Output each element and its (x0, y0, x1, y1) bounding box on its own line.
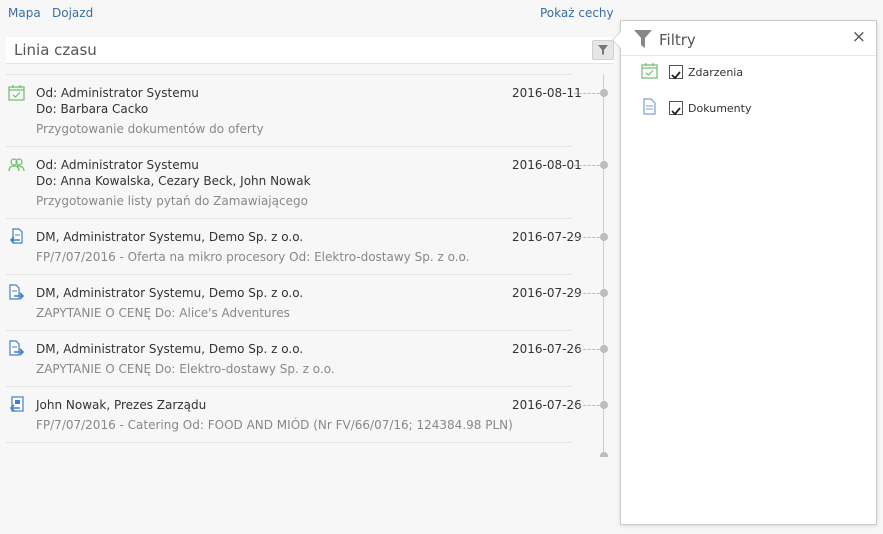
funnel-icon (598, 45, 608, 55)
item-description: ZAPYTANIE O CENĘ Do: Alice's Adventures (36, 306, 290, 320)
item-sender: Od: Administrator Systemu (36, 86, 199, 100)
item-connector (574, 165, 600, 166)
timeline-item[interactable]: DM, Administrator Systemu, Demo Sp. z o.… (0, 218, 615, 274)
directions-link[interactable]: Dojazd (52, 6, 93, 20)
item-participants: DM, Administrator Systemu, Demo Sp. z o.… (36, 286, 304, 300)
item-description: Przygotowanie dokumentów do oferty (36, 122, 264, 136)
item-participants: John Nowak, Prezes Zarządu (36, 398, 207, 412)
timeline-dot (600, 233, 608, 241)
item-recipients: Do: Anna Kowalska, Cezary Beck, John Now… (36, 174, 311, 188)
item-sender: Od: Administrator Systemu (36, 158, 199, 172)
item-connector (574, 349, 600, 350)
checkmark-icon (671, 71, 681, 80)
item-date: 2016-07-26 (512, 398, 582, 412)
panel-title: Linia czasu (14, 41, 97, 59)
filter-option-events[interactable]: Zdarzenia (641, 63, 841, 85)
item-divider (6, 274, 572, 275)
item-divider (6, 74, 572, 75)
incoming-document-icon (9, 228, 23, 244)
timeline-item[interactable]: DM, Administrator Systemu, Demo Sp. z o.… (0, 330, 615, 386)
item-date: 2016-07-26 (512, 342, 582, 356)
item-description: ZAPYTANIE O CENĘ Do: Elektro-dostawy Sp.… (36, 362, 335, 376)
event-calendar-icon (8, 85, 25, 101)
outgoing-document-icon (9, 284, 25, 300)
timeline-item[interactable]: DM, Administrator Systemu, Demo Sp. z o.… (0, 274, 615, 330)
timeline-dot (600, 452, 608, 457)
filter-button[interactable] (592, 40, 614, 60)
item-recipients: Do: Barbara Cacko (36, 102, 149, 116)
item-divider (6, 146, 572, 147)
popover-arrow-fill (613, 32, 621, 48)
item-divider (6, 386, 572, 387)
meeting-people-icon (8, 158, 25, 172)
timeline-item[interactable]: Od: Administrator Systemu Do: Anna Kowal… (0, 146, 615, 218)
events-checkbox[interactable] (669, 65, 683, 80)
timeline-item-partial[interactable] (0, 442, 615, 457)
item-connector (574, 237, 600, 238)
item-participants: DM, Administrator Systemu, Demo Sp. z o.… (36, 342, 304, 356)
item-participants: DM, Administrator Systemu, Demo Sp. z o.… (36, 230, 304, 244)
item-divider (6, 330, 572, 331)
timeline-dot (600, 401, 608, 409)
documents-label: Dokumenty (688, 102, 752, 115)
item-connector (574, 293, 600, 294)
item-divider (6, 442, 572, 443)
timeline-item[interactable]: John Nowak, Prezes Zarządu FP/7/07/2016 … (0, 386, 615, 442)
checkmark-icon (671, 107, 681, 116)
funnel-icon (634, 30, 652, 48)
item-description: FP/7/07/2016 - Oferta na mikro procesory… (36, 250, 470, 264)
filters-title: Filtry (659, 31, 696, 49)
incoming-invoice-icon (9, 396, 24, 412)
timeline-dot (600, 161, 608, 169)
timeline-dot (600, 345, 608, 353)
document-icon (643, 98, 656, 115)
outgoing-document-icon (9, 340, 25, 356)
filters-header: Filtry × (621, 21, 876, 56)
close-button[interactable]: × (852, 27, 866, 47)
timeline-list[interactable]: Od: Administrator Systemu Do: Barbara Ca… (0, 74, 615, 457)
timeline-header: Linia czasu (6, 37, 614, 64)
filter-option-documents[interactable]: Dokumenty (641, 98, 841, 121)
item-connector (574, 405, 600, 406)
item-description: FP/7/07/2016 - Catering Od: FOOD AND MIÓ… (36, 418, 513, 432)
event-calendar-icon (641, 63, 658, 79)
show-features-link[interactable]: Pokaż cechy (540, 6, 614, 20)
map-link[interactable]: Mapa (8, 6, 41, 20)
timeline-dot (600, 89, 608, 97)
item-date: 2016-07-29 (512, 286, 582, 300)
item-date: 2016-08-11 (512, 86, 582, 100)
item-date: 2016-07-29 (512, 230, 582, 244)
item-date: 2016-08-01 (512, 158, 582, 172)
item-description: Przygotowanie listy pytań do Zamawiające… (36, 194, 308, 208)
events-label: Zdarzenia (688, 66, 744, 79)
timeline-dot (600, 289, 608, 297)
item-connector (574, 93, 600, 94)
documents-checkbox[interactable] (669, 101, 683, 116)
timeline-item[interactable]: Od: Administrator Systemu Do: Barbara Ca… (0, 74, 615, 146)
filters-popover: Filtry × Zdarzenia Dokumenty (612, 20, 877, 525)
item-divider (6, 218, 572, 219)
